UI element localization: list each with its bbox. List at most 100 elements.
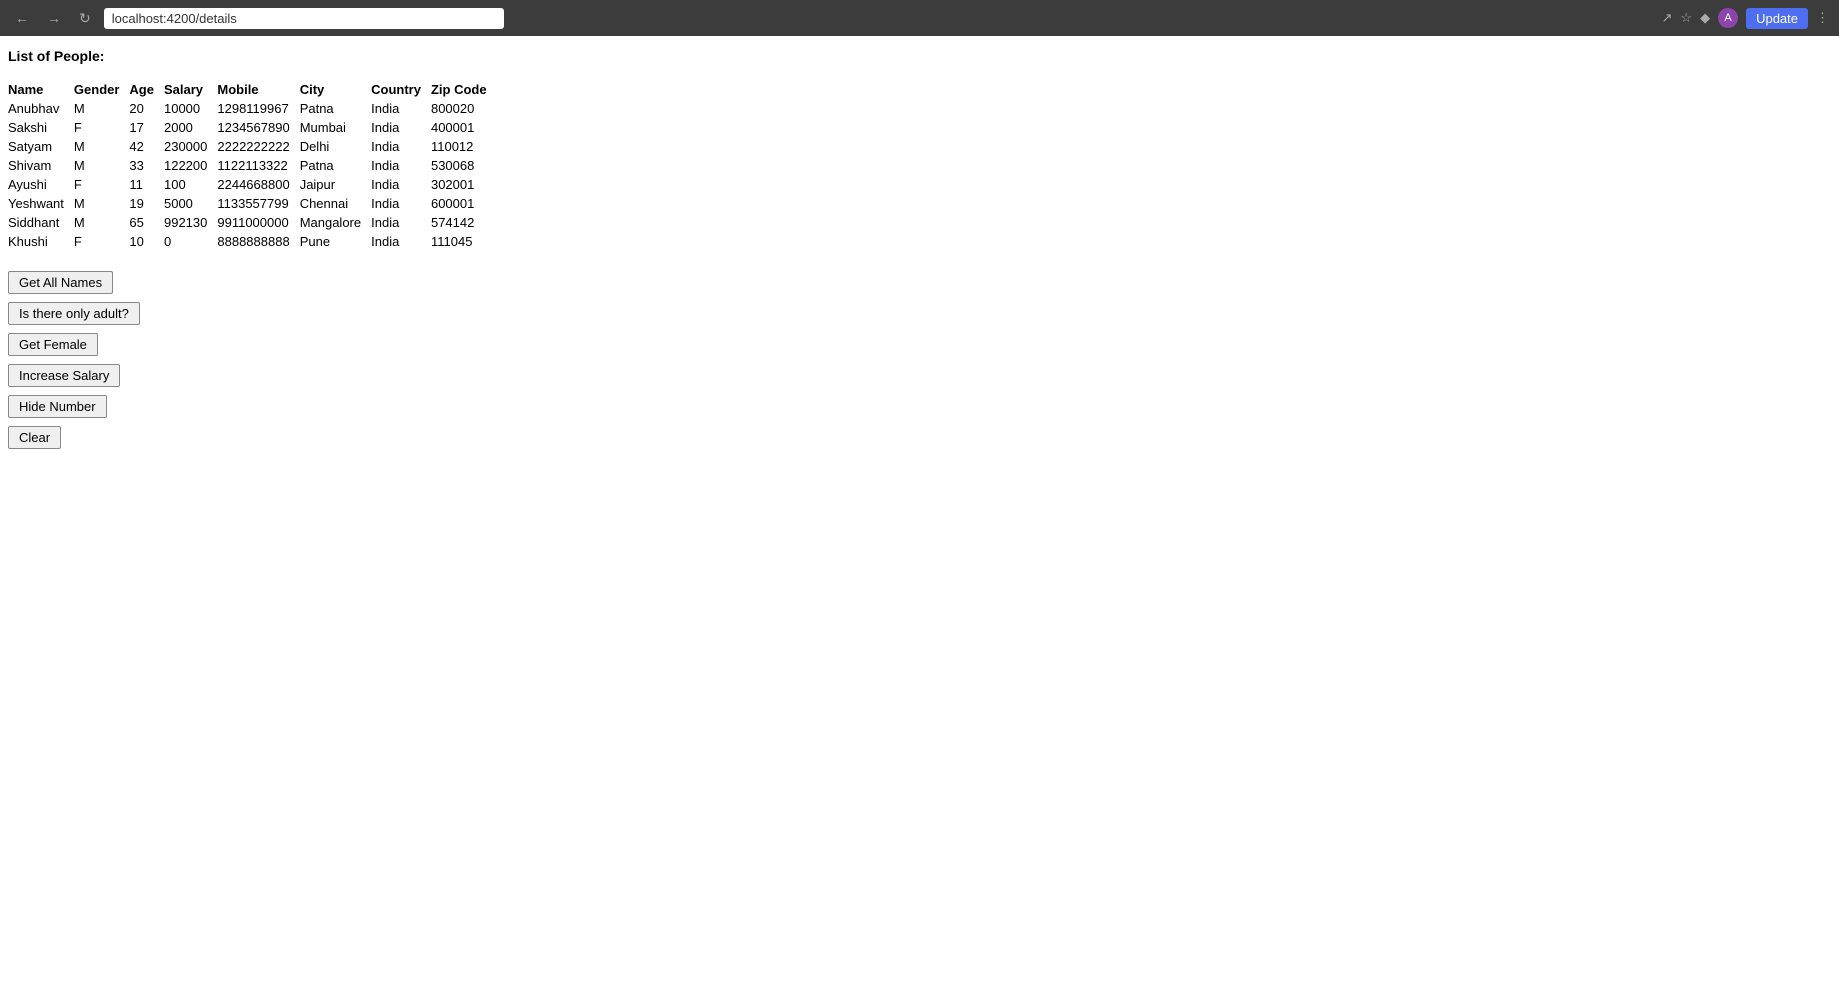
table-cell-city: Chennai [300,194,371,213]
browser-chrome: ← → ↻ localhost:4200/details ↗ ☆ ◆ A Upd… [0,0,1839,36]
table-cell-age: 10 [129,232,164,251]
table-cell-mobile: 2244668800 [217,175,299,194]
table-cell-country: India [371,118,431,137]
table-cell-age: 19 [129,194,164,213]
table-row: KhushiF1008888888888PuneIndia111045 [8,232,497,251]
refresh-button[interactable]: ↻ [74,8,96,29]
table-header-city: City [300,80,371,99]
table-cell-name: Satyam [8,137,74,156]
table-cell-country: India [371,232,431,251]
table-cell-gender: M [74,137,130,156]
table-header-country: Country [371,80,431,99]
table-cell-mobile: 1298119967 [217,99,299,118]
table-body: AnubhavM20100001298119967PatnaIndia80002… [8,99,497,251]
table-row: AyushiF111002244668800JaipurIndia302001 [8,175,497,194]
table-cell-age: 11 [129,175,164,194]
table-cell-zip-code: 574142 [431,213,497,232]
buttons-section: Get All Names Is there only adult? Get F… [8,271,1831,449]
table-cell-mobile: 1234567890 [217,118,299,137]
table-cell-gender: M [74,99,130,118]
table-cell-name: Khushi [8,232,74,251]
table-cell-gender: F [74,118,130,137]
extensions-icon: ◆ [1700,10,1710,26]
get-female-button[interactable]: Get Female [8,333,98,356]
table-cell-gender: M [74,213,130,232]
table-header-name: Name [8,80,74,99]
table-cell-city: Patna [300,156,371,175]
table-cell-country: India [371,194,431,213]
table-row: ShivamM331222001122113322PatnaIndia53006… [8,156,497,175]
table-cell-salary: 10000 [164,99,217,118]
increase-salary-button[interactable]: Increase Salary [8,364,120,387]
table-cell-name: Anubhav [8,99,74,118]
table-cell-gender: M [74,156,130,175]
table-cell-mobile: 2222222222 [217,137,299,156]
forward-button[interactable]: → [42,8,66,28]
table-cell-salary: 230000 [164,137,217,156]
table-cell-city: Mumbai [300,118,371,137]
table-cell-city: Delhi [300,137,371,156]
table-row: AnubhavM20100001298119967PatnaIndia80002… [8,99,497,118]
table-cell-zip-code: 400001 [431,118,497,137]
table-header-gender: Gender [74,80,130,99]
table-cell-zip-code: 600001 [431,194,497,213]
page-content: List of People: NameGenderAgeSalaryMobil… [0,36,1839,461]
share-icon: ↗ [1662,10,1673,26]
table-cell-country: India [371,175,431,194]
table-cell-age: 65 [129,213,164,232]
table-row: YeshwantM1950001133557799ChennaiIndia600… [8,194,497,213]
table-cell-mobile: 1122113322 [217,156,299,175]
table-cell-gender: M [74,194,130,213]
table-cell-gender: F [74,232,130,251]
table-cell-country: India [371,213,431,232]
table-cell-name: Yeshwant [8,194,74,213]
bookmark-icon: ☆ [1680,10,1692,26]
table-cell-zip-code: 302001 [431,175,497,194]
table-cell-city: Mangalore [300,213,371,232]
table-row: SakshiF1720001234567890MumbaiIndia400001 [8,118,497,137]
table-cell-salary: 992130 [164,213,217,232]
table-cell-zip-code: 530068 [431,156,497,175]
table-cell-salary: 100 [164,175,217,194]
address-bar[interactable]: localhost:4200/details [104,8,504,29]
update-button[interactable]: Update [1746,8,1808,29]
table-cell-country: India [371,137,431,156]
table-cell-age: 33 [129,156,164,175]
browser-actions: ↗ ☆ ◆ A Update ⋮ [1662,8,1829,29]
table-cell-salary: 0 [164,232,217,251]
table-cell-age: 20 [129,99,164,118]
table-cell-city: Jaipur [300,175,371,194]
table-row: SatyamM422300002222222222DelhiIndia11001… [8,137,497,156]
table-cell-salary: 5000 [164,194,217,213]
menu-icon: ⋮ [1816,10,1829,26]
table-row: SiddhantM659921309911000000MangaloreIndi… [8,213,497,232]
table-cell-name: Sakshi [8,118,74,137]
table-cell-zip-code: 111045 [431,232,497,251]
table-cell-zip-code: 110012 [431,137,497,156]
is-adult-button[interactable]: Is there only adult? [8,302,140,325]
table-cell-city: Pune [300,232,371,251]
table-cell-salary: 122200 [164,156,217,175]
table-cell-mobile: 9911000000 [217,213,299,232]
table-cell-country: India [371,156,431,175]
back-button[interactable]: ← [10,8,34,28]
hide-number-button[interactable]: Hide Number [8,395,107,418]
table-header-age: Age [129,80,164,99]
people-table: NameGenderAgeSalaryMobileCityCountryZip … [8,80,497,251]
table-header-zip-code: Zip Code [431,80,497,99]
table-cell-mobile: 8888888888 [217,232,299,251]
table-header-mobile: Mobile [217,80,299,99]
table-cell-name: Shivam [8,156,74,175]
table-header-row: NameGenderAgeSalaryMobileCityCountryZip … [8,80,497,99]
table-header-salary: Salary [164,80,217,99]
table-cell-name: Siddhant [8,213,74,232]
table-cell-age: 17 [129,118,164,137]
table-cell-mobile: 1133557799 [217,194,299,213]
table-cell-salary: 2000 [164,118,217,137]
profile-icon: A [1718,8,1738,28]
table-cell-city: Patna [300,99,371,118]
get-all-names-button[interactable]: Get All Names [8,271,113,294]
table-cell-country: India [371,99,431,118]
clear-button[interactable]: Clear [8,426,61,449]
table-cell-gender: F [74,175,130,194]
